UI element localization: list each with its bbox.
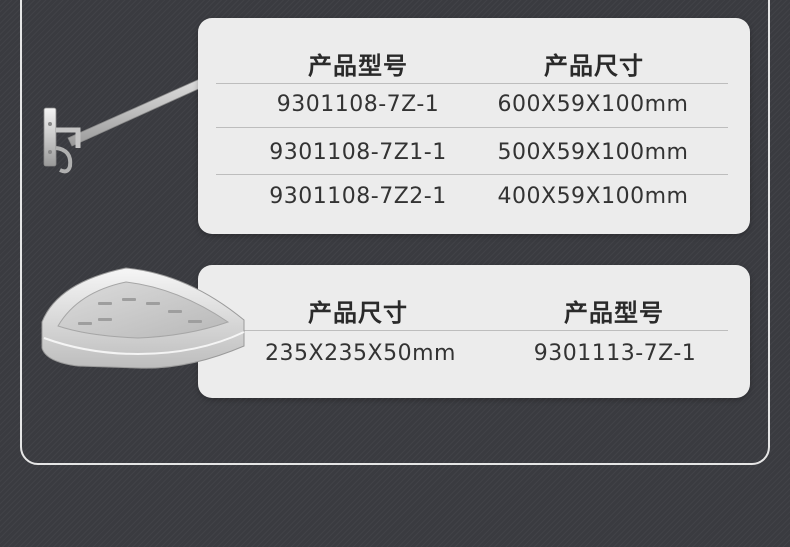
header-model: 产品型号 [308,52,408,80]
row1-model: 9301113-7Z-1 [533,341,697,366]
row2-model: 9301108-7Z1-1 [269,140,447,165]
header-size: 产品尺寸 [308,299,408,327]
row1-size: 600X59X100mm [497,92,689,117]
spec-card-1: 产品型号 产品尺寸 9301108-7Z-1 600X59X100mm 9301… [198,18,750,234]
row1-size: 235X235X50mm [265,341,456,366]
corner-shelf-image [41,267,245,369]
header-model: 产品型号 [564,299,664,327]
row1-model: 9301108-7Z-1 [276,92,440,117]
divider [216,127,728,128]
divider [216,83,728,84]
row2-size: 500X59X100mm [497,140,689,165]
divider [238,330,728,331]
header-size: 产品尺寸 [544,52,644,80]
spec-card-2: 产品尺寸 产品型号 235X235X50mm 9301113-7Z-1 [198,265,750,398]
row3-size: 400X59X100mm [497,184,689,209]
row3-model: 9301108-7Z2-1 [269,184,447,209]
divider [216,174,728,175]
